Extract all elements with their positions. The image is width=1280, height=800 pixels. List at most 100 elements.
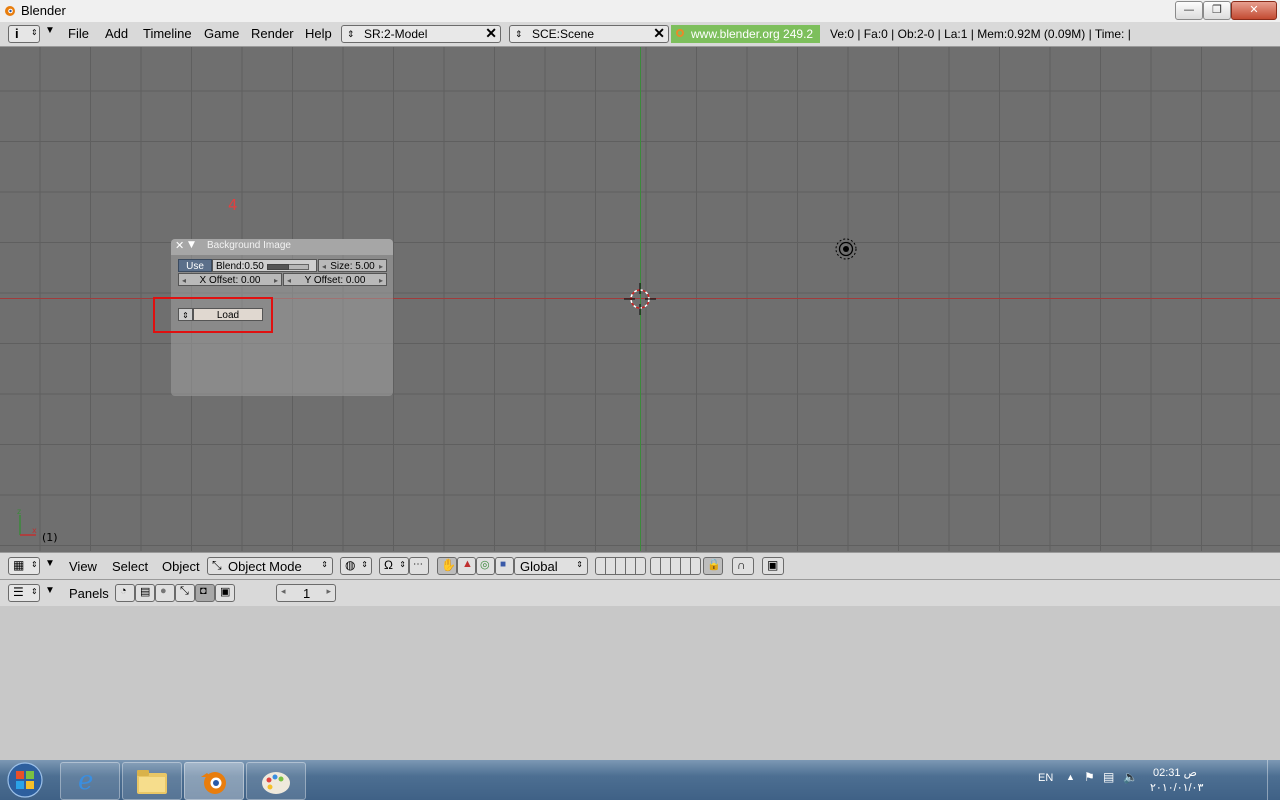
action-center-flag-icon[interactable]: ⚑ xyxy=(1084,770,1095,784)
size-field[interactable]: ◂ Size: 5.00 ▸ xyxy=(318,259,387,272)
x-offset-field[interactable]: ◂ X Offset: 0.00 ▸ xyxy=(178,273,282,286)
menu-file[interactable]: File xyxy=(68,26,89,41)
buttons-window-header: ☰ ⇕ ▼ Panels ◔ ▤ ● ⤡ ◘ ▣ ◂ 1 ▸ xyxy=(0,580,1280,606)
menu-add[interactable]: Add xyxy=(105,26,128,41)
show-hidden-icons-arrow-icon[interactable]: ▲ xyxy=(1066,772,1075,782)
snap-button[interactable]: ∩ xyxy=(732,557,754,575)
updown-arrow-icon: ⇕ xyxy=(321,560,328,569)
decrement-arrow-icon[interactable]: ◂ xyxy=(287,274,291,287)
taskbar-blender[interactable] xyxy=(184,762,244,800)
collapse-menu-triangle-icon[interactable]: ▼ xyxy=(45,585,55,596)
start-button[interactable] xyxy=(3,761,47,799)
network-icon[interactable]: ▤ xyxy=(1103,770,1114,784)
logic-context-button[interactable]: ◔ xyxy=(115,584,135,602)
draw-type-icon: ◍ xyxy=(345,558,356,572)
updown-arrow-icon: ⇕ xyxy=(399,560,406,569)
updown-arrow-icon: ⇕ xyxy=(361,560,368,569)
taskbar-paint[interactable] xyxy=(246,762,306,800)
decrement-arrow-icon[interactable]: ◂ xyxy=(322,260,326,273)
blend-label: Blend:0.50 xyxy=(216,261,264,272)
menu-render[interactable]: Render xyxy=(251,26,294,41)
increment-arrow-icon[interactable]: ▸ xyxy=(326,586,331,597)
collapse-menu-triangle-icon[interactable]: ▼ xyxy=(45,558,55,569)
close-button[interactable]: ✕ xyxy=(1231,1,1277,20)
y-offset-field[interactable]: ◂ Y Offset: 0.00 ▸ xyxy=(283,273,387,286)
scene-selector[interactable]: ⇕ SCE:Scene ✕ xyxy=(509,25,669,43)
info-header: i ⇕ ▼ File Add Timeline Game Render Help… xyxy=(0,22,1280,47)
lock-icon: 🔒 xyxy=(707,559,721,571)
scale-manipulator-button[interactable]: ■ xyxy=(495,557,514,575)
frame-number-field[interactable]: ◂ 1 ▸ xyxy=(276,584,336,602)
decrement-arrow-icon[interactable]: ◂ xyxy=(281,586,286,597)
logic-icon: ◔ xyxy=(120,585,127,597)
layer-buttons-group-1[interactable] xyxy=(595,557,646,575)
taskbar-internet-explorer[interactable]: e xyxy=(60,762,120,800)
window-title-bar: Blender — ❐ ✕ xyxy=(0,0,1280,22)
close-panel-icon[interactable]: ✕ xyxy=(175,239,184,252)
collapse-panel-triangle-icon[interactable]: ▼ xyxy=(188,240,195,250)
object-mode-icon: ⤡ xyxy=(212,558,222,572)
rotate-manipulator-button[interactable]: ◎ xyxy=(476,557,495,575)
blend-slider[interactable]: Blend:0.50 xyxy=(212,259,317,272)
delete-screen-icon[interactable]: ✕ xyxy=(485,25,497,41)
screen-selector[interactable]: ⇕ SR:2-Model ✕ xyxy=(341,25,501,43)
decrement-arrow-icon[interactable]: ◂ xyxy=(182,274,186,287)
blend-slider-fill xyxy=(267,264,289,270)
draw-type-selector[interactable]: ◍ ⇕ xyxy=(340,557,372,575)
editor-type-selector[interactable]: ▦ ⇕ xyxy=(8,557,40,575)
menu-object[interactable]: Object xyxy=(162,559,200,574)
editing-context-button[interactable]: ◘ xyxy=(195,584,215,602)
delete-scene-icon[interactable]: ✕ xyxy=(653,25,665,41)
menu-select[interactable]: Select xyxy=(112,559,148,574)
increment-arrow-icon[interactable]: ▸ xyxy=(379,274,383,287)
volume-icon[interactable]: 🔈 xyxy=(1123,770,1138,784)
orientation-selector[interactable]: Global ⇕ xyxy=(514,557,588,575)
shading-context-button[interactable]: ● xyxy=(155,584,175,602)
panel-header[interactable]: ✕ ▼ Background Image xyxy=(171,239,393,255)
editor-type-selector[interactable]: i ⇕ xyxy=(8,25,40,43)
collapse-menu-triangle-icon[interactable]: ▼ xyxy=(45,25,55,36)
clock-time[interactable]: 02:31 ص xyxy=(1153,766,1197,779)
taskbar-file-explorer[interactable] xyxy=(122,762,182,800)
maximize-button[interactable]: ❐ xyxy=(1203,1,1231,20)
render-preview-button[interactable]: ▣ xyxy=(762,557,784,575)
increment-arrow-icon[interactable]: ▸ xyxy=(274,274,278,287)
menu-timeline[interactable]: Timeline xyxy=(143,26,192,41)
annotation-number: 4 xyxy=(228,196,238,214)
object-icon: ⤡ xyxy=(180,585,189,597)
blender-logo-icon xyxy=(676,29,684,37)
clock-date[interactable]: ٢٠١٠/٠١/٠٣ xyxy=(1150,781,1203,794)
menu-help[interactable]: Help xyxy=(305,26,332,41)
manipulator-toggle[interactable]: ✋ xyxy=(437,557,457,575)
blender-url: www.blender.org 249.2 xyxy=(691,27,814,41)
windows-taskbar: e EN ▲ ⚑ ▤ 🔈 02:31 ص ٢٠١٠/٠١/٠٣ xyxy=(0,760,1280,800)
use-toggle-button[interactable]: Use xyxy=(178,259,212,272)
pivot-icon: Ω xyxy=(384,558,393,572)
x-offset-label: X Offset: 0.00 xyxy=(199,275,261,286)
minimize-button[interactable]: — xyxy=(1175,1,1203,20)
mode-selector[interactable]: ⤡ Object Mode ⇕ xyxy=(207,557,333,575)
updown-arrow-icon: ⇕ xyxy=(576,560,583,569)
scene-stats: Ve:0 | Fa:0 | Ob:2-0 | La:1 | Mem:0.92M … xyxy=(830,27,1131,41)
lock-layers-button[interactable]: 🔒 xyxy=(703,557,723,575)
lamp-object-icon[interactable] xyxy=(834,237,858,261)
pivot-selector[interactable]: Ω ⇕ xyxy=(379,557,409,575)
editing-icon: ◘ xyxy=(200,585,207,597)
dots-icon: ⋯ xyxy=(413,559,423,570)
paint-palette-icon xyxy=(262,772,290,794)
layer-buttons-group-2[interactable] xyxy=(650,557,701,575)
menu-panels[interactable]: Panels xyxy=(69,586,109,601)
scene-context-button[interactable]: ▣ xyxy=(215,584,235,602)
show-desktop-button[interactable] xyxy=(1267,760,1280,800)
language-indicator[interactable]: EN xyxy=(1038,772,1053,784)
script-context-button[interactable]: ▤ xyxy=(135,584,155,602)
blender-url-badge[interactable]: www.blender.org 249.2 xyxy=(671,25,820,43)
translate-manipulator-button[interactable]: ▲ xyxy=(457,557,476,575)
sphere-icon: ● xyxy=(160,585,167,597)
increment-arrow-icon[interactable]: ▸ xyxy=(379,260,383,273)
menu-view[interactable]: View xyxy=(69,559,97,574)
menu-game[interactable]: Game xyxy=(204,26,239,41)
object-context-button[interactable]: ⤡ xyxy=(175,584,195,602)
align-pivot-button[interactable]: ⋯ xyxy=(409,557,429,575)
editor-type-selector[interactable]: ☰ ⇕ xyxy=(8,584,40,602)
